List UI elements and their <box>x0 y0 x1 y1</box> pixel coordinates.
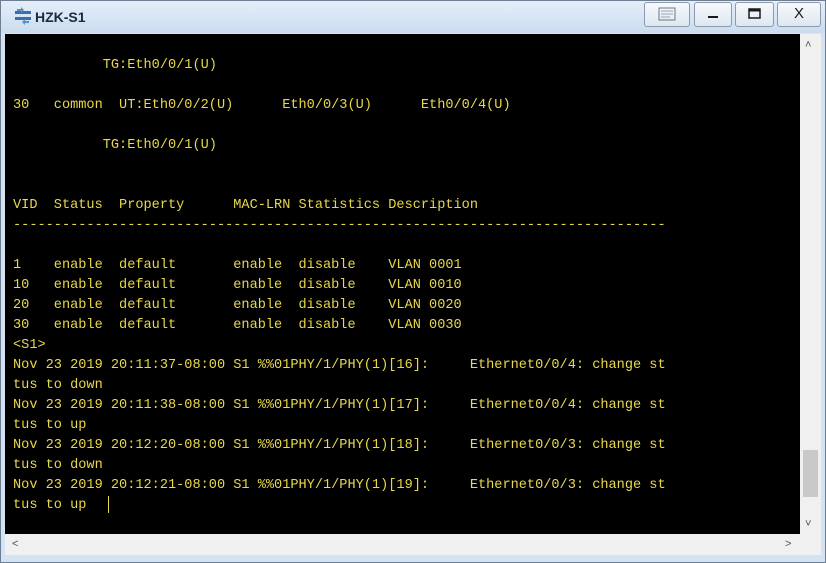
terminal-line: Nov 23 2019 20:12:20-08:00 S1 %%01PHY/1/… <box>13 438 666 453</box>
extra-icon <box>658 7 676 21</box>
minimize-button[interactable] <box>694 2 732 27</box>
title-bar[interactable]: HZK-S1 X <box>1 1 825 33</box>
text-cursor <box>108 496 109 513</box>
terminal-window: HZK-S1 X TG:Eth0/0/1(U) 30 common UT:Eth… <box>0 0 826 563</box>
scroll-left-icon[interactable]: < <box>12 537 18 551</box>
terminal-line: 30 enable default enable disable VLAN 00… <box>13 318 462 333</box>
terminal-line: tus to down <box>13 378 103 393</box>
minimize-icon <box>708 16 718 18</box>
extra-button[interactable] <box>644 2 690 27</box>
terminal-line: 20 enable default enable disable VLAN 00… <box>13 298 462 313</box>
terminal-line: Nov 23 2019 20:12:21-08:00 S1 %%01PHY/1/… <box>13 478 666 493</box>
terminal-line: <S1> <box>13 338 46 353</box>
terminal-line: Nov 23 2019 20:11:38-08:00 S1 %%01PHY/1/… <box>13 398 666 413</box>
maximize-icon <box>748 8 761 19</box>
scroll-up-icon[interactable]: ˄ <box>805 38 811 52</box>
terminal-line: 1 enable default enable disable VLAN 000… <box>13 258 462 273</box>
close-button[interactable]: X <box>777 2 821 27</box>
window-title: HZK-S1 <box>35 9 86 25</box>
terminal-line: Nov 23 2019 20:11:37-08:00 S1 %%01PHY/1/… <box>13 358 666 373</box>
terminal-line: TG:Eth0/0/1(U) <box>13 138 217 153</box>
terminal-line: ----------------------------------------… <box>13 218 666 233</box>
switch-icon <box>15 7 31 25</box>
vertical-scroll-thumb[interactable] <box>803 450 818 498</box>
scrollbar-corner <box>800 534 821 555</box>
terminal-line: 10 enable default enable disable VLAN 00… <box>13 278 462 293</box>
vertical-scrollbar[interactable]: ˄ ˅ <box>800 34 821 534</box>
terminal-line: tus to down <box>13 458 103 473</box>
terminal-line: tus to up <box>13 418 87 433</box>
scroll-right-icon[interactable]: > <box>785 537 791 551</box>
scroll-down-icon[interactable]: ˅ <box>805 517 811 531</box>
maximize-button[interactable] <box>735 2 774 27</box>
terminal-line: VID Status Property MAC-LRN Statistics D… <box>13 198 478 213</box>
terminal-output[interactable]: TG:Eth0/0/1(U) 30 common UT:Eth0/0/2(U) E… <box>5 34 800 534</box>
terminal-line: 30 common UT:Eth0/0/2(U) Eth0/0/3(U) Eth… <box>13 98 511 113</box>
horizontal-scrollbar[interactable]: < > <box>5 534 800 555</box>
terminal-line: tus to up <box>13 498 87 513</box>
close-icon: X <box>793 5 804 22</box>
terminal-line: TG:Eth0/0/1(U) <box>13 58 217 73</box>
